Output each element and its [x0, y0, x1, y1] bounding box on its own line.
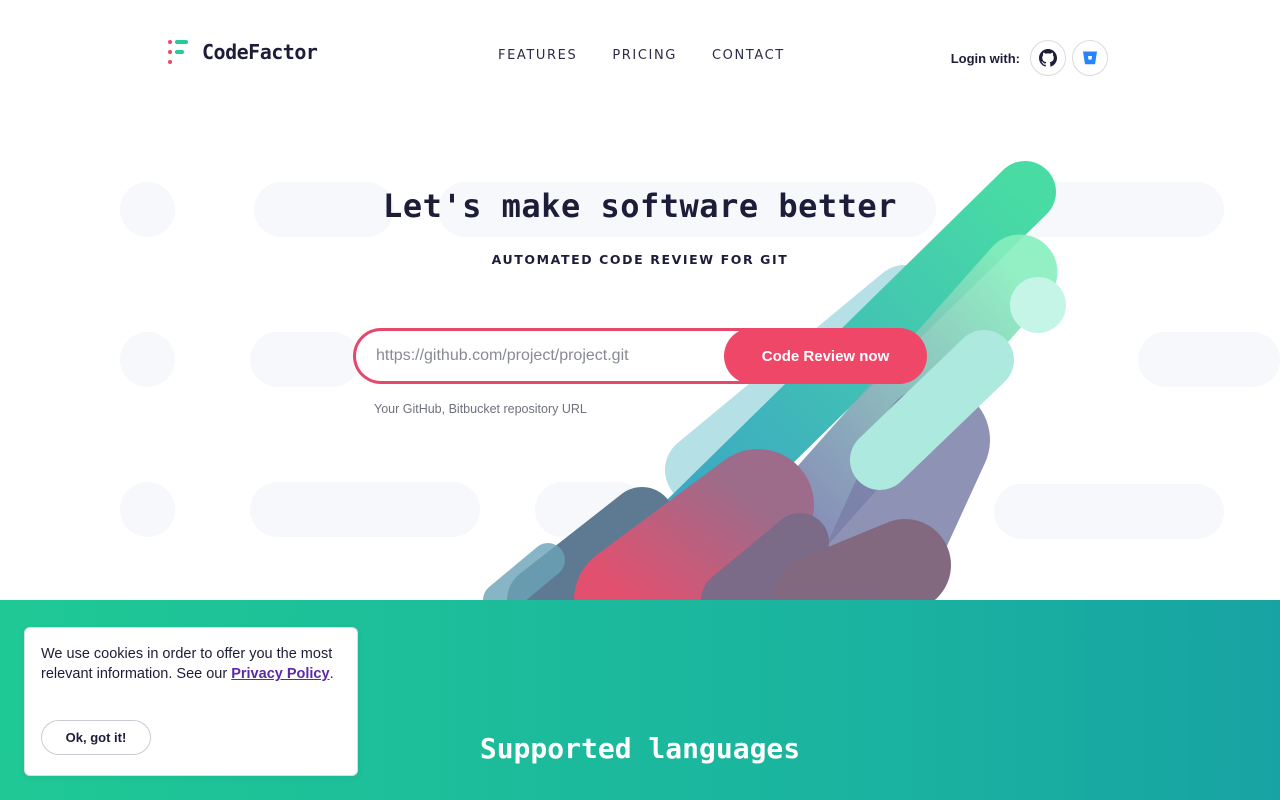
repository-url-input[interactable] [353, 328, 773, 384]
bitbucket-login-button[interactable] [1072, 40, 1108, 76]
site-header: CodeFactor FEATURES PRICING CONTACT Logi… [0, 0, 1280, 100]
login-label: Login with: [950, 50, 1020, 66]
art-dot [1010, 277, 1066, 333]
code-review-button[interactable]: Code Review now [724, 328, 927, 384]
privacy-policy-link[interactable]: Privacy Policy [231, 666, 329, 682]
input-hint: Your GitHub, Bitbucket repository URL [374, 402, 587, 416]
cookie-text: We use cookies in order to offer you the… [41, 644, 341, 684]
nav-contact[interactable]: CONTACT [712, 48, 785, 63]
nav-features[interactable]: FEATURES [498, 48, 577, 63]
github-login-button[interactable] [1030, 40, 1066, 76]
code-review-form: Code Review now [353, 328, 927, 384]
cookie-message-end: . [329, 666, 334, 682]
nav-pricing[interactable]: PRICING [612, 48, 677, 63]
logo-text: CodeFactor [202, 40, 318, 64]
main-nav: FEATURES PRICING CONTACT [498, 48, 785, 63]
cookie-accept-button[interactable]: Ok, got it! [41, 720, 151, 755]
bitbucket-icon [1083, 51, 1097, 65]
github-icon [1039, 49, 1057, 67]
login-area: Login with: [951, 40, 1108, 76]
logo[interactable]: CodeFactor [168, 40, 318, 64]
hero-subtitle: AUTOMATED CODE REVIEW FOR GIT [491, 252, 789, 267]
codefactor-logo-icon [168, 40, 192, 64]
cookie-banner: We use cookies in order to offer you the… [24, 627, 358, 776]
art-stroke [774, 519, 951, 600]
hero-title: Let's make software better [383, 187, 897, 225]
